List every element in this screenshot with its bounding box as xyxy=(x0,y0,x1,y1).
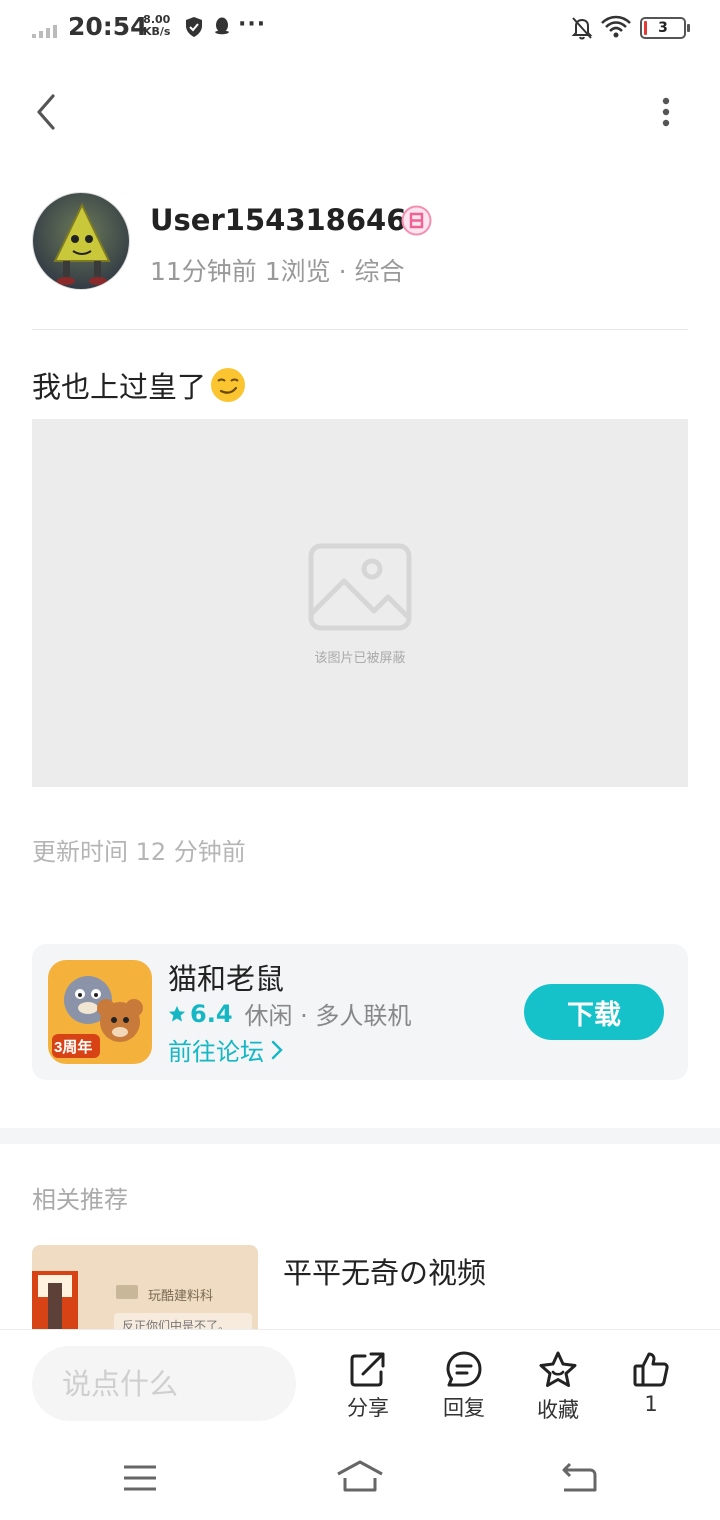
reply-icon xyxy=(446,1351,482,1387)
related-item-thumbnail[interactable]: 玩酷建料科 反正你们中是不了。 xyxy=(32,1245,258,1329)
status-bar: 20:54 8.00 KB/s ··· 3 xyxy=(0,0,720,58)
game-rating: 6.4 xyxy=(190,999,233,1028)
wifi-icon xyxy=(601,15,631,38)
back-nav-icon[interactable] xyxy=(560,1462,598,1492)
smirk-emoji-icon xyxy=(211,368,246,402)
favorite-button[interactable]: 收藏 xyxy=(523,1350,593,1424)
share-label: 分享 xyxy=(347,1396,389,1420)
status-time: 20:54 xyxy=(68,12,148,41)
go-to-forum-link[interactable]: 前往论坛 xyxy=(168,1032,284,1067)
menu-icon[interactable] xyxy=(122,1464,158,1492)
thumbs-up-icon xyxy=(633,1352,669,1387)
section-divider xyxy=(0,1128,720,1144)
bottom-action-bar: 分享 回复 收藏 1 xyxy=(0,1329,720,1430)
like-count: 1 xyxy=(644,1392,658,1416)
game-tags: 休闲 · 多人联机 xyxy=(244,1002,412,1030)
update-time: 更新时间 12 分钟前 xyxy=(32,838,246,866)
blocked-image-placeholder[interactable]: 该图片已被屏蔽 xyxy=(32,419,688,787)
like-button[interactable]: 1 xyxy=(616,1350,686,1416)
chevron-right-icon xyxy=(271,1040,283,1059)
share-button[interactable]: 分享 xyxy=(333,1350,403,1422)
chevron-left-icon xyxy=(37,94,55,130)
thumb-text: 反正你们中是不了。 xyxy=(114,1313,252,1329)
shield-icon xyxy=(186,17,202,37)
blocked-image-label: 该图片已被屏蔽 xyxy=(314,651,406,666)
more-vertical-icon xyxy=(662,97,670,127)
thumb-tag: 玩酷建料科 xyxy=(148,1289,214,1304)
related-item-title[interactable]: 平平无奇の视频 xyxy=(283,1250,486,1292)
more-menu-button[interactable] xyxy=(650,90,682,134)
home-icon[interactable] xyxy=(336,1460,384,1492)
battery-level: 3 xyxy=(658,20,668,36)
reply-button[interactable]: 回复 xyxy=(429,1350,499,1422)
more-dots-icon: ··· xyxy=(238,12,267,37)
divider xyxy=(32,329,688,330)
avatar-image xyxy=(33,193,129,289)
author-name[interactable]: User1543186466 xyxy=(150,203,427,237)
system-nav-bar xyxy=(0,1430,720,1520)
post-text: 我也上过皇了 xyxy=(32,370,207,404)
bell-off-icon xyxy=(571,17,593,40)
game-name[interactable]: 猫和老鼠 xyxy=(168,956,284,998)
favorite-label: 收藏 xyxy=(537,1398,579,1422)
level-badge-icon xyxy=(401,205,432,236)
game-icon-badge: 3周年 xyxy=(54,1039,93,1056)
star-icon xyxy=(168,1005,186,1022)
back-button[interactable] xyxy=(26,90,66,134)
go-to-forum-label: 前往论坛 xyxy=(168,1038,264,1066)
download-button[interactable]: 下载 xyxy=(524,984,664,1040)
avatar[interactable] xyxy=(32,192,130,290)
game-card[interactable]: 3周年 猫和老鼠 6.4 休闲 · 多人联机 前往论坛 下载 xyxy=(32,944,688,1080)
net-speed-unit: KB/s xyxy=(143,25,171,38)
share-icon xyxy=(350,1352,385,1387)
battery-icon: 3 xyxy=(640,17,690,39)
signal-icon xyxy=(32,25,57,38)
star-outline-icon xyxy=(539,1351,577,1387)
comment-input[interactable] xyxy=(32,1346,296,1421)
game-icon: 3周年 xyxy=(48,960,152,1064)
image-placeholder-icon xyxy=(308,543,412,631)
post-content: 我也上过皇了 xyxy=(32,364,246,406)
related-section-title: 相关推荐 xyxy=(32,1186,128,1214)
net-speed: 8.00 KB/s xyxy=(143,14,170,38)
qq-icon xyxy=(215,17,229,35)
game-info: 6.4 休闲 · 多人联机 xyxy=(168,996,411,1031)
reply-label: 回复 xyxy=(443,1396,485,1420)
post-meta: 11分钟前 1浏览 · 综合 xyxy=(150,257,405,286)
